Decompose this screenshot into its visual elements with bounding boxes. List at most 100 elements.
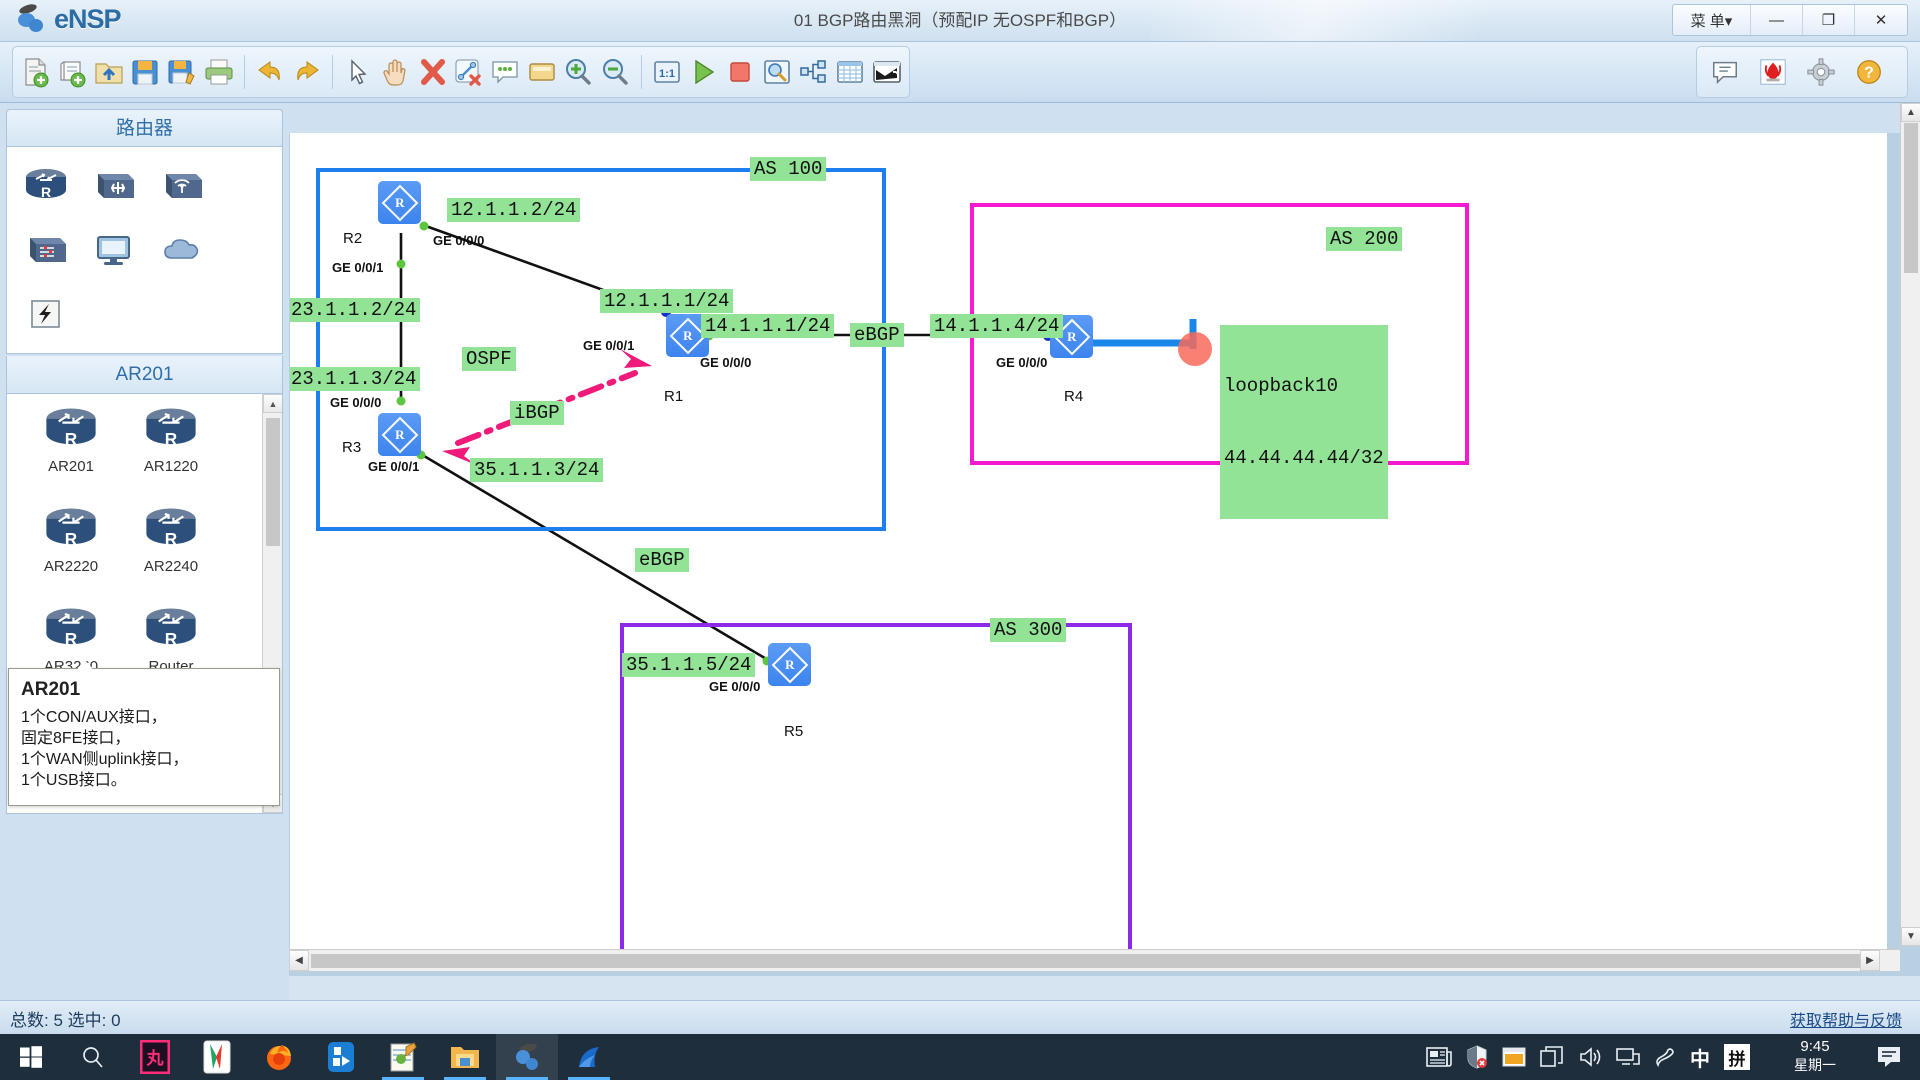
zoom-in-icon[interactable]	[562, 50, 595, 94]
close-button[interactable]: ✕	[1855, 5, 1907, 35]
volume-icon[interactable]	[1578, 1046, 1602, 1068]
model-item-ar2220[interactable]: R AR2220	[21, 504, 121, 604]
model-item-ar2240[interactable]: R AR2240	[121, 504, 221, 604]
protocol-label-ospf: OSPF	[462, 347, 516, 371]
canvas-scroll-right[interactable]: ▶	[1860, 950, 1880, 971]
tooltip-title: AR201	[21, 679, 81, 700]
capture-packet-icon[interactable]	[760, 50, 793, 94]
toolbar-right-group: ?	[1696, 46, 1908, 98]
sidebar-item-switch[interactable]	[81, 155, 147, 217]
sidebar-item-cloud[interactable]	[149, 219, 215, 281]
model-label: AR1220	[143, 458, 199, 475]
app-icon-firefox[interactable]	[248, 1034, 310, 1080]
windows-taskbar: 丸 中 拼 9:45 星期一	[0, 1034, 1920, 1080]
router-node-r2[interactable]: R	[378, 181, 421, 224]
delete-link-icon[interactable]	[452, 50, 485, 94]
interface-label-r2-ge001: GE 0/0/1	[332, 260, 384, 275]
zoom-out-icon[interactable]	[599, 50, 632, 94]
print-icon[interactable]	[202, 50, 235, 94]
network-icon[interactable]	[1616, 1046, 1640, 1068]
app-icon-wps[interactable]	[186, 1034, 248, 1080]
restore-button[interactable]: ❐	[1803, 5, 1855, 35]
scroll-up-arrow[interactable]: ▲	[263, 394, 282, 413]
topology-tree-icon[interactable]	[797, 50, 830, 94]
router-label-r4: R4	[1064, 388, 1084, 405]
huawei-icon[interactable]	[1751, 50, 1795, 94]
save-icon[interactable]	[129, 50, 162, 94]
interface-label-r4-ge000: GE 0/0/0	[996, 355, 1048, 370]
sidebar-item-firewall[interactable]	[13, 219, 79, 281]
protocol-label-ebgp-as200: eBGP	[850, 323, 904, 347]
sidebar-item-router[interactable]: R	[13, 155, 79, 217]
ime-pinyin-icon[interactable]: 拼	[1724, 1044, 1750, 1070]
security-shield-icon[interactable]	[1466, 1045, 1488, 1069]
interface-label-r5-ge000: GE 0/0/0	[709, 679, 761, 694]
undo-icon[interactable]	[254, 50, 287, 94]
canvas-horizontal-scrollbar[interactable]: ◀ ▶	[289, 949, 1900, 971]
add-note-icon[interactable]	[489, 50, 522, 94]
taskbar-clock[interactable]: 9:45 星期一	[1772, 1037, 1858, 1075]
open-folder-icon[interactable]	[92, 50, 125, 94]
device-sidebar: 路由器 R AR201 R AR201 R AR1220 R AR2220 R …	[0, 103, 289, 1000]
sidebar-item-connection[interactable]	[13, 283, 79, 345]
zoom-reset-icon[interactable]: 1:1	[650, 50, 683, 94]
app-logo: eNSP	[16, 2, 122, 36]
menu-button[interactable]: 菜 单▾	[1673, 5, 1751, 35]
new-topology-icon[interactable]	[19, 50, 52, 94]
news-icon[interactable]	[1426, 1046, 1452, 1068]
scroll-thumb[interactable]	[266, 418, 280, 546]
router-label-r3: R3	[342, 439, 362, 456]
ip-label-35-1-1-5: 35.1.1.5/24	[622, 653, 756, 677]
pen-icon[interactable]	[1654, 1046, 1676, 1068]
app-icon-file-explorer[interactable]	[434, 1034, 496, 1080]
tooltip-line: 固定8FE接口，	[21, 730, 131, 747]
app-icon-store[interactable]	[310, 1034, 372, 1080]
topology-canvas[interactable]: AS 100 AS 200 AS 300 R R R R R R2 R1 R3	[290, 133, 1887, 951]
search-icon[interactable]	[62, 1034, 124, 1080]
status-bar: 总数: 5 选中: 0 获取帮助与反馈	[0, 1000, 1920, 1034]
canvas-vertical-scrollbar[interactable]: ▲ ▼	[1900, 103, 1920, 946]
add-shape-icon[interactable]	[525, 50, 558, 94]
router-node-r3[interactable]: R	[378, 413, 421, 456]
new-blank-icon[interactable]	[56, 50, 89, 94]
ensp-logo-icon	[16, 2, 50, 36]
start-button[interactable]	[0, 1034, 62, 1080]
sidebar-item-wlan[interactable]	[149, 155, 215, 217]
title-bar: 01 BGP路由黑洞（预配IP 无OSPF和BGP） eNSP 菜 单▾ — ❐…	[0, 0, 1920, 42]
canvas-scroll-down[interactable]: ▼	[1901, 927, 1920, 946]
help-feedback-link[interactable]: 获取帮助与反馈	[1790, 1007, 1902, 1031]
ip-label-12-1-1-2: 12.1.1.2/24	[447, 198, 581, 222]
interface-label-r3-ge001: GE 0/0/1	[368, 459, 420, 474]
window-icon[interactable]	[1502, 1047, 1526, 1067]
ip-label-12-1-1-1: 12.1.1.1/24	[600, 289, 734, 313]
select-cursor-icon[interactable]	[342, 50, 375, 94]
redo-icon[interactable]	[291, 50, 324, 94]
start-device-icon[interactable]	[687, 50, 720, 94]
canvas-scroll-left[interactable]: ◀	[289, 950, 309, 971]
model-item-ar201[interactable]: R AR201	[21, 404, 121, 504]
interface-icon[interactable]	[870, 50, 903, 94]
model-item-ar1220[interactable]: R AR1220	[121, 404, 221, 504]
minimize-button[interactable]: —	[1751, 5, 1803, 35]
grid-icon[interactable]	[834, 50, 867, 94]
stop-device-icon[interactable]	[724, 50, 757, 94]
app-icon-wanwan[interactable]: 丸	[124, 1034, 186, 1080]
app-icon-ensp[interactable]	[496, 1034, 558, 1080]
settings-gear-icon[interactable]	[1799, 50, 1843, 94]
canvas-hscroll-thumb[interactable]	[311, 954, 1871, 968]
notification-icon[interactable]	[1858, 1034, 1920, 1080]
ime-chinese-icon[interactable]: 中	[1690, 1043, 1710, 1072]
help-icon[interactable]: ?	[1847, 50, 1891, 94]
save-as-icon[interactable]	[166, 50, 199, 94]
app-icon-notepad[interactable]	[372, 1034, 434, 1080]
canvas-vscroll-thumb[interactable]	[1904, 123, 1918, 273]
app-icon-wireshark[interactable]	[558, 1034, 620, 1080]
canvas-scroll-up[interactable]: ▲	[1901, 103, 1920, 122]
feedback-icon[interactable]	[1703, 50, 1747, 94]
delete-icon[interactable]	[415, 50, 448, 94]
router-node-r5[interactable]: R	[768, 643, 811, 686]
interface-label-r3-ge000: GE 0/0/0	[330, 395, 382, 410]
task-view-icon[interactable]	[1540, 1046, 1564, 1068]
hand-pan-icon[interactable]	[379, 50, 412, 94]
sidebar-item-terminal[interactable]	[81, 219, 147, 281]
